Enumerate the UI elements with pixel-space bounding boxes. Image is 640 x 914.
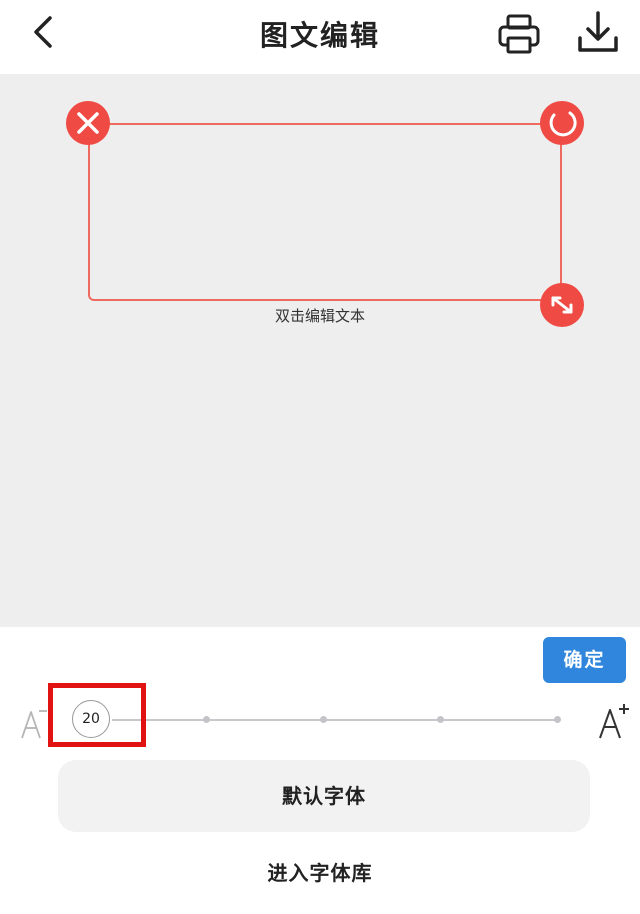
close-icon (77, 112, 99, 134)
font-size-slider-track[interactable] (112, 719, 558, 721)
highlight-annotation (48, 683, 146, 747)
resize-handle[interactable] (540, 283, 584, 327)
font-library-link[interactable]: 进入字体库 (0, 857, 640, 886)
download-button[interactable] (574, 8, 622, 56)
confirm-button[interactable]: 确定 (543, 637, 626, 683)
printer-icon (498, 14, 540, 54)
page-title: 图文编辑 (259, 19, 380, 52)
font-increase-icon[interactable] (598, 702, 630, 740)
slider-tick (320, 716, 327, 723)
slider-tick (554, 716, 561, 723)
text-box[interactable] (88, 123, 562, 301)
rotate-handle[interactable] (540, 101, 584, 145)
download-icon (578, 11, 618, 52)
print-button[interactable] (496, 12, 542, 56)
slider-tick (437, 716, 444, 723)
resize-icon (551, 296, 573, 314)
font-decrease-icon[interactable] (20, 706, 48, 740)
delete-handle[interactable] (66, 101, 110, 145)
top-bar: 图文编辑 (0, 0, 640, 74)
slider-tick (203, 716, 210, 723)
rotate-icon (549, 111, 577, 137)
default-font-button[interactable]: 默认字体 (58, 760, 590, 832)
